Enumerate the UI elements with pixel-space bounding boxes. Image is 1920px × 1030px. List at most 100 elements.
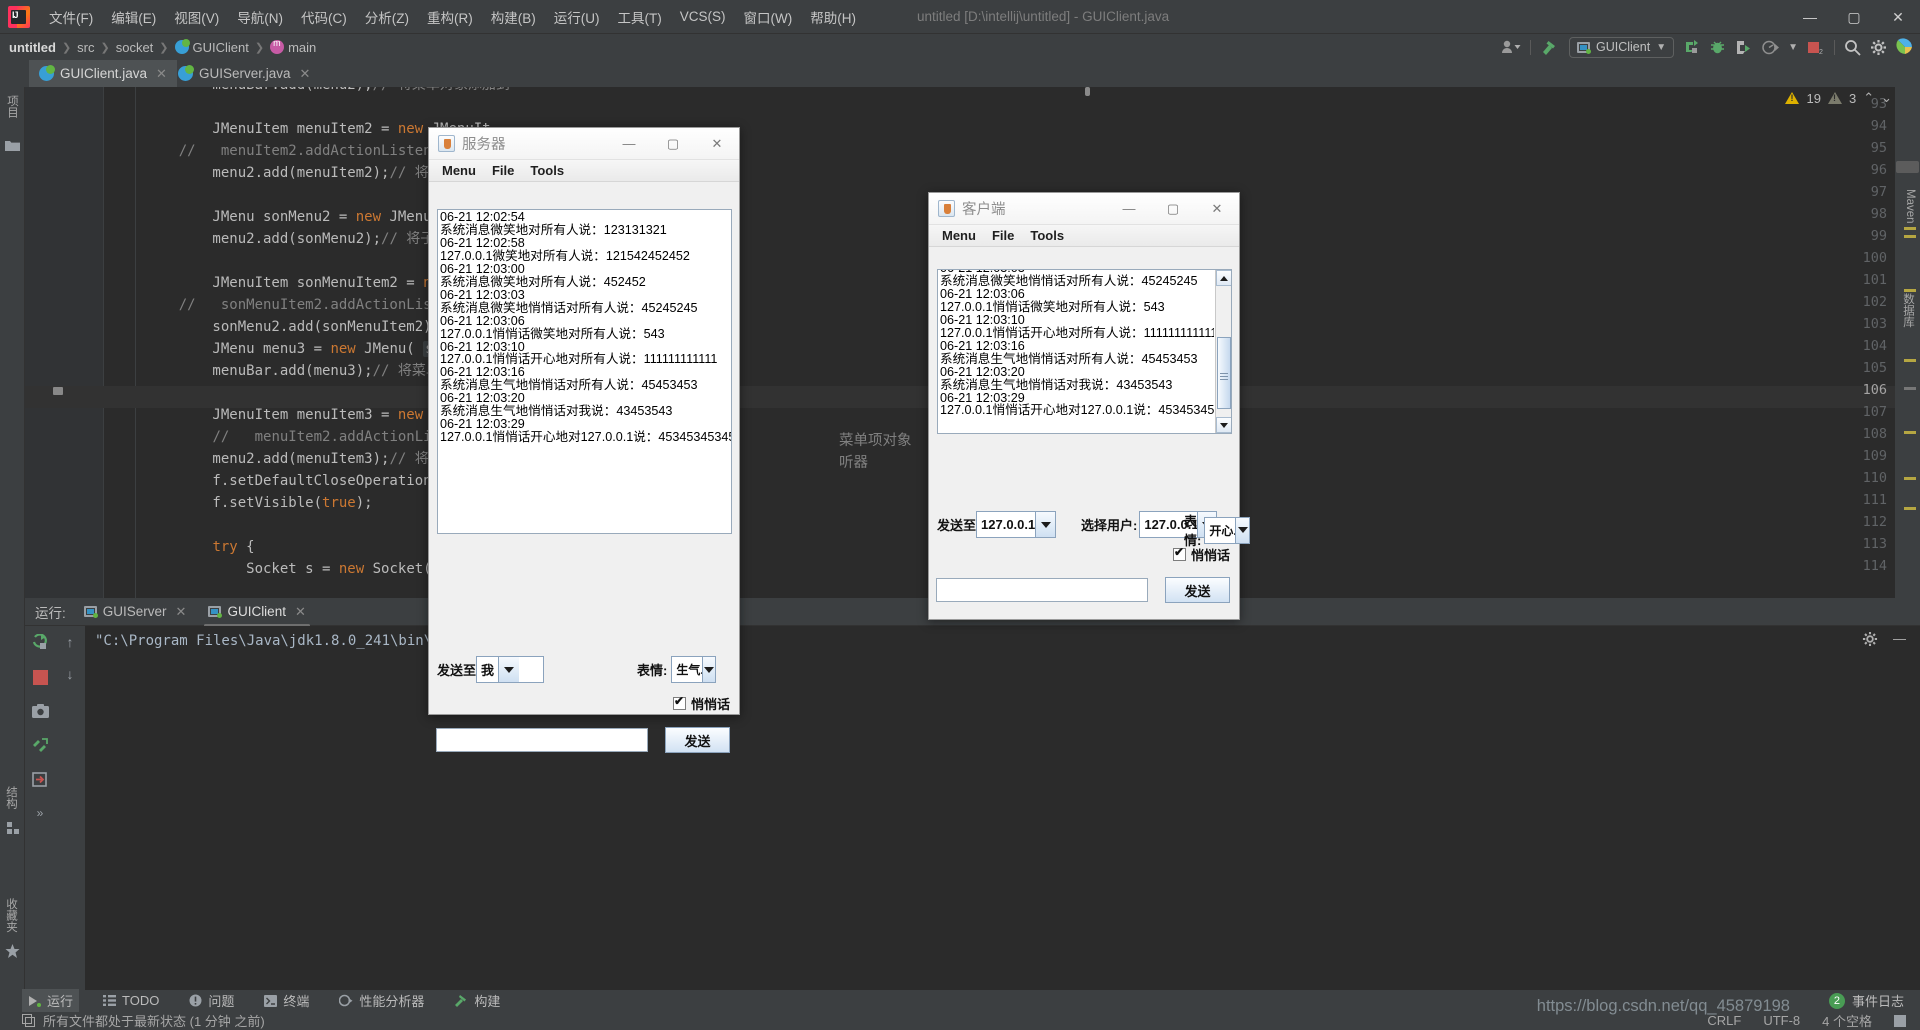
menu-item-12[interactable]: 帮助(H): [801, 4, 865, 30]
client-dialog-titlebar[interactable]: 客户端 — ▢ ✕: [929, 193, 1239, 225]
code-line[interactable]: f.setVisible(true);: [145, 492, 372, 514]
menu-item-1[interactable]: 编辑(E): [102, 4, 165, 30]
inspection-widget[interactable]: 19 3 ⌃ ⌄: [1785, 90, 1892, 106]
screenshot-icon[interactable]: [31, 704, 49, 721]
close-icon[interactable]: ✕: [156, 66, 167, 82]
sidebar-item-favorites[interactable]: 收藏夹: [3, 892, 19, 939]
menu-item-4[interactable]: 代码(C): [292, 4, 356, 30]
menu-item-8[interactable]: 运行(U): [545, 4, 609, 30]
server-menu-menu[interactable]: Menu: [434, 161, 484, 180]
server-emotion-combo[interactable]: 生气...: [671, 656, 717, 683]
menu-item-5[interactable]: 分析(Z): [356, 4, 418, 30]
scrollbar-thumb[interactable]: [1217, 337, 1231, 409]
status-tab-build[interactable]: 构建: [448, 989, 506, 1012]
breadcrumb-item-src[interactable]: src: [77, 40, 94, 55]
menu-item-0[interactable]: 文件(F): [40, 4, 102, 30]
chevron-down-icon[interactable]: [1035, 512, 1056, 537]
server-send-to-combo[interactable]: 我: [476, 656, 545, 683]
client-message-input[interactable]: [936, 578, 1148, 602]
breadcrumb-item-project[interactable]: untitled: [9, 40, 56, 55]
build-hammer-icon[interactable]: [1540, 38, 1560, 56]
user-account-icon[interactable]: [1501, 40, 1521, 54]
gear-icon[interactable]: [1862, 631, 1878, 650]
server-send-button[interactable]: 发送: [665, 727, 730, 753]
sidebar-item-structure[interactable]: 结构: [3, 780, 19, 815]
status-tab-problems[interactable]: 问题: [183, 989, 240, 1012]
maximize-icon[interactable]: ▢: [1151, 193, 1195, 224]
server-log-textarea[interactable]: 06-21 12:02:54 系统消息微笑地对所有人说：123131321 06-2…: [437, 209, 732, 534]
minimize-icon[interactable]: —: [1788, 0, 1832, 34]
profile-dropdown-icon[interactable]: ▼: [1788, 42, 1798, 53]
sidebar-item-project[interactable]: 项目: [4, 89, 20, 124]
warning-marker[interactable]: [1904, 235, 1916, 238]
stop-icon[interactable]: 2: [1807, 39, 1825, 56]
warning-marker[interactable]: [1904, 507, 1916, 510]
lock-icon[interactable]: [1894, 1014, 1906, 1027]
chevron-down-icon[interactable]: [701, 657, 716, 682]
stop-icon[interactable]: [32, 670, 48, 688]
scroll-up-icon[interactable]: [1216, 270, 1231, 286]
client-menu-menu[interactable]: Menu: [934, 226, 984, 245]
run-with-coverage-icon[interactable]: [1735, 39, 1752, 56]
hide-panel-icon[interactable]: —: [1893, 631, 1906, 646]
warning-marker[interactable]: [1904, 431, 1916, 434]
editor-marker-strip[interactable]: Maven 数据库: [1895, 87, 1920, 598]
status-tab-run[interactable]: 运行: [22, 989, 80, 1012]
client-send-to-combo[interactable]: 127.0.0.1: [976, 511, 1057, 538]
menu-item-6[interactable]: 重构(R): [418, 4, 482, 30]
indent-widget[interactable]: 4 个空格: [1822, 1011, 1872, 1030]
menu-item-9[interactable]: 工具(T): [609, 4, 671, 30]
run-tab-guiclient[interactable]: GUIClient ✕: [204, 601, 311, 627]
run-icon[interactable]: [1683, 39, 1700, 56]
folder-icon[interactable]: [5, 139, 20, 155]
menu-item-3[interactable]: 导航(N): [228, 4, 292, 30]
maximize-icon[interactable]: ▢: [651, 128, 695, 159]
status-tab-terminal[interactable]: 终端: [258, 989, 315, 1012]
run-tab-guiserver[interactable]: GUIServer ✕: [80, 601, 191, 623]
close-icon[interactable]: ✕: [1876, 0, 1920, 34]
menu-item-11[interactable]: 窗口(W): [735, 4, 802, 30]
client-whisper-checkbox[interactable]: 悄悄话: [1173, 545, 1230, 564]
close-icon[interactable]: ✕: [176, 604, 187, 620]
menu-item-2[interactable]: 视图(V): [165, 4, 228, 30]
status-tab-todo[interactable]: TODO: [97, 991, 165, 1010]
server-menu-file[interactable]: File: [484, 161, 522, 180]
editor-gutter[interactable]: [25, 87, 103, 598]
minimize-icon[interactable]: —: [1107, 193, 1151, 224]
client-emotion-combo[interactable]: 开心...: [1204, 516, 1251, 544]
print-threads-icon[interactable]: [32, 737, 49, 756]
event-log-button[interactable]: 2 事件日志: [1828, 990, 1904, 1011]
client-log-textarea[interactable]: 06-21 12:03:03系统消息微笑地悄悄话对所有人说：4524524506…: [940, 270, 1214, 433]
maximize-icon[interactable]: ▢: [1832, 0, 1876, 34]
search-icon[interactable]: [1844, 39, 1861, 56]
sidebar-item-maven[interactable]: Maven: [1904, 183, 1916, 230]
rerun-icon[interactable]: [32, 633, 49, 654]
close-icon[interactable]: ✕: [295, 604, 306, 620]
warning-marker[interactable]: [1904, 477, 1916, 480]
server-whisper-checkbox[interactable]: 悄悄话: [673, 694, 730, 713]
client-menu-file[interactable]: File: [984, 226, 1022, 245]
breadcrumb-item-class[interactable]: GUIClient: [174, 39, 249, 55]
structure-icon[interactable]: [7, 822, 20, 838]
close-icon[interactable]: ✕: [300, 66, 311, 82]
tab-guiclient[interactable]: GUIClient.java ✕: [29, 60, 177, 87]
next-problem-icon[interactable]: ⌄: [1881, 90, 1892, 106]
breadcrumb-item-socket[interactable]: socket: [116, 40, 154, 55]
checkbox-icon[interactable]: [673, 694, 686, 710]
breadcrumb-item-method[interactable]: main: [270, 38, 316, 55]
scroll-up-icon[interactable]: ↑: [67, 634, 74, 650]
warning-marker[interactable]: [1904, 359, 1916, 362]
client-send-button[interactable]: 发送: [1165, 577, 1230, 603]
star-icon[interactable]: [5, 944, 20, 962]
tab-guiserver[interactable]: GUIServer.java ✕: [168, 60, 320, 87]
minimize-icon[interactable]: —: [607, 128, 651, 159]
export-icon[interactable]: [32, 772, 48, 790]
client-log-scrollpane[interactable]: 06-21 12:03:03系统消息微笑地悄悄话对所有人说：4524524506…: [937, 269, 1232, 434]
close-icon[interactable]: ✕: [1195, 193, 1239, 224]
checkbox-icon[interactable]: [1173, 545, 1186, 561]
chevron-down-icon[interactable]: [1235, 517, 1250, 543]
sidebar-item-database[interactable]: 数据库: [1900, 287, 1916, 334]
fold-marker-icon[interactable]: [53, 387, 63, 395]
menu-item-10[interactable]: VCS(S): [671, 6, 735, 27]
caret-marker[interactable]: [1904, 387, 1916, 390]
